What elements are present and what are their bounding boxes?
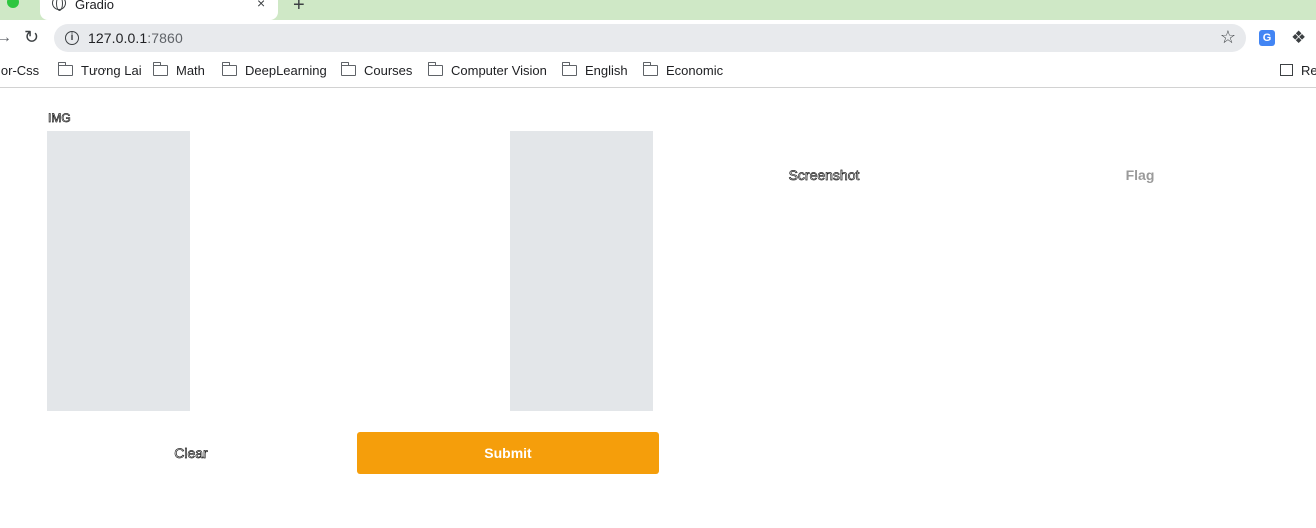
folder-icon [340,62,356,76]
bookmark-label: lor-Css [0,63,40,78]
bookmark-folder[interactable]: English [561,62,628,78]
address-bar[interactable]: i 127.0.0.1:7860 ☆ [54,24,1246,52]
folder-icon [561,62,577,76]
clear-button[interactable]: Clear [41,433,341,473]
bookmark-folder[interactable]: Tương Lai [57,62,142,78]
bookmark-folder[interactable]: Computer Vision [427,62,547,78]
folder-icon [57,62,73,76]
url-text[interactable]: 127.0.0.1:7860 [88,30,183,46]
star-icon[interactable]: ☆ [1220,27,1236,48]
bookmark-item[interactable]: lor-Css [0,63,39,78]
reading-list-label: Re [1301,63,1316,78]
input-image-label: IMG [48,111,71,126]
window-maximize-button[interactable] [7,0,19,8]
new-tab-button[interactable]: + [293,0,305,17]
bookmarks-bar: lor-Css Tương Lai Math DeepLearning Cour… [0,56,1316,88]
browser-tab-active[interactable]: Gradio × [40,0,278,20]
folder-icon [152,62,168,76]
bookmark-label: Economic [666,63,724,78]
reading-list-button[interactable]: Re [1280,63,1316,78]
bookmark-label: DeepLearning [245,63,327,78]
bookmark-folder[interactable]: Courses [340,62,413,78]
info-icon[interactable]: i [65,31,79,45]
forward-icon[interactable]: → [0,29,12,47]
reading-list-icon [1280,64,1293,76]
bookmark-folder[interactable]: Math [152,62,205,78]
output-image-panel [510,131,653,411]
bookmark-folder[interactable]: Economic [642,62,724,78]
puzzle-icon[interactable]: ❖ [1291,28,1306,48]
reload-icon[interactable]: ↻ [24,27,39,48]
browser-toolbar: → ↻ i 127.0.0.1:7860 ☆ G ❖ [0,20,1316,56]
tab-title: Gradio [75,0,115,12]
bookmark-label: English [585,63,628,78]
bookmark-folder[interactable]: DeepLearning [221,62,327,78]
folder-icon [642,62,658,76]
folder-icon [427,62,443,76]
close-icon[interactable]: × [257,0,265,11]
folder-icon [221,62,237,76]
input-image-dropzone[interactable] [47,131,190,411]
bookmark-label: Computer Vision [451,63,547,78]
bookmark-label: Courses [364,63,413,78]
url-port: :7860 [147,30,183,46]
globe-icon [52,0,66,11]
flag-button[interactable]: Flag [1026,164,1254,186]
tab-strip: Gradio × + [0,0,1316,20]
screenshot-button[interactable]: Screenshot [700,164,948,186]
bookmark-label: Tương Lai [81,63,142,78]
submit-button[interactable]: Submit [357,432,659,474]
bookmark-label: Math [176,63,205,78]
google-translate-icon[interactable]: G [1259,30,1275,46]
url-host: 127.0.0.1 [88,30,148,46]
